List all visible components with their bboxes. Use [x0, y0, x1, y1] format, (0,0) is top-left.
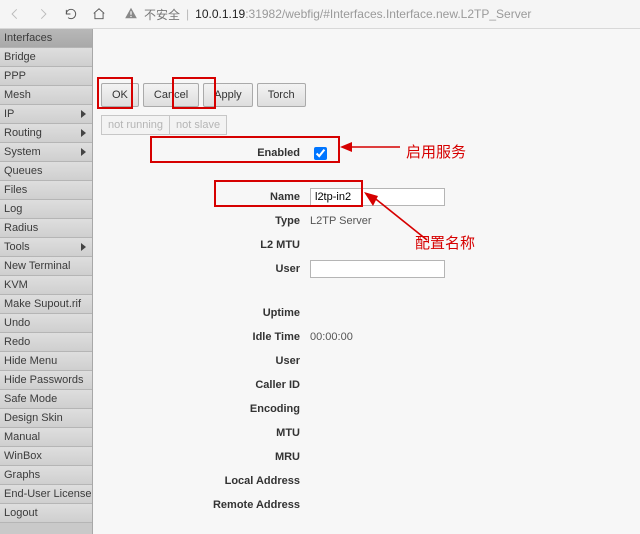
label-uptime: Uptime [93, 307, 310, 319]
label-name: Name [93, 191, 310, 203]
label-mru: MRU [93, 451, 310, 463]
apply-button[interactable]: Apply [203, 83, 253, 107]
sidebar-item-interfaces[interactable]: Interfaces [0, 29, 92, 48]
sidebar-item-log[interactable]: Log [0, 200, 92, 219]
sidebar-item-hide-passwords[interactable]: Hide Passwords [0, 371, 92, 390]
sidebar-item-new-terminal[interactable]: New Terminal [0, 257, 92, 276]
sidebar-item-manual[interactable]: Manual [0, 428, 92, 447]
home-button[interactable] [90, 5, 108, 23]
label-user2: User [93, 355, 310, 367]
sidebar-item-bridge[interactable]: Bridge [0, 48, 92, 67]
sidebar-item-queues[interactable]: Queues [0, 162, 92, 181]
idle-value: 00:00:00 [310, 331, 353, 343]
sidebar-item-radius[interactable]: Radius [0, 219, 92, 238]
chevron-right-icon [81, 148, 86, 156]
refresh-button[interactable] [62, 5, 80, 23]
sidebar-item-graphs[interactable]: Graphs [0, 466, 92, 485]
user-input[interactable] [310, 260, 445, 278]
sidebar-item-end-user-license[interactable]: End-User License [0, 485, 92, 504]
label-mtu: MTU [93, 427, 310, 439]
content-pane: OK Cancel Apply Torch not running not sl… [93, 29, 640, 534]
form: Enabled Name TypeL2TP Server L2 MTU User… [93, 141, 640, 517]
sidebar-item-ip[interactable]: IP [0, 105, 92, 124]
type-value: L2TP Server [310, 215, 372, 227]
label-type: Type [93, 215, 310, 227]
forward-button[interactable] [34, 5, 52, 23]
insecure-label: 不安全 [144, 6, 180, 23]
sidebar-item-make-supout-rif[interactable]: Make Supout.rif [0, 295, 92, 314]
back-button[interactable] [6, 5, 24, 23]
ok-button[interactable]: OK [101, 83, 139, 107]
sidebar-item-safe-mode[interactable]: Safe Mode [0, 390, 92, 409]
torch-button[interactable]: Torch [257, 83, 306, 107]
status-not-running: not running [101, 115, 170, 135]
label-laddr: Local Address [93, 475, 310, 487]
sidebar-item-routing[interactable]: Routing [0, 124, 92, 143]
sidebar-item-design-skin[interactable]: Design Skin [0, 409, 92, 428]
label-raddr: Remote Address [93, 499, 310, 511]
cancel-button[interactable]: Cancel [143, 83, 199, 107]
sidebar-item-mesh[interactable]: Mesh [0, 86, 92, 105]
sidebar-item-system[interactable]: System [0, 143, 92, 162]
sidebar-item-hide-menu[interactable]: Hide Menu [0, 352, 92, 371]
sidebar-item-ppp[interactable]: PPP [0, 67, 92, 86]
label-callerid: Caller ID [93, 379, 310, 391]
label-user: User [93, 263, 310, 275]
status-not-slave: not slave [170, 115, 227, 135]
sidebar-item-winbox[interactable]: WinBox [0, 447, 92, 466]
chevron-right-icon [81, 129, 86, 137]
sidebar-item-tools[interactable]: Tools [0, 238, 92, 257]
sidebar-item-files[interactable]: Files [0, 181, 92, 200]
insecure-icon [124, 6, 138, 23]
browser-toolbar: 不安全 | 10.0.1.19:31982/webfig/#Interfaces… [0, 0, 640, 29]
address-bar[interactable]: 不安全 | 10.0.1.19:31982/webfig/#Interfaces… [118, 6, 634, 23]
sidebar: InterfacesBridgePPPMeshIPRoutingSystemQu… [0, 29, 93, 534]
sidebar-item-redo[interactable]: Redo [0, 333, 92, 352]
enabled-checkbox[interactable] [314, 147, 327, 160]
label-enabled: Enabled [93, 147, 310, 159]
sidebar-item-undo[interactable]: Undo [0, 314, 92, 333]
sidebar-item-logout[interactable]: Logout [0, 504, 92, 523]
sidebar-item-kvm[interactable]: KVM [0, 276, 92, 295]
label-l2mtu: L2 MTU [93, 239, 310, 251]
chevron-right-icon [81, 243, 86, 251]
name-input[interactable] [310, 188, 445, 206]
chevron-right-icon [81, 110, 86, 118]
label-idle: Idle Time [93, 331, 310, 343]
label-encoding: Encoding [93, 403, 310, 415]
